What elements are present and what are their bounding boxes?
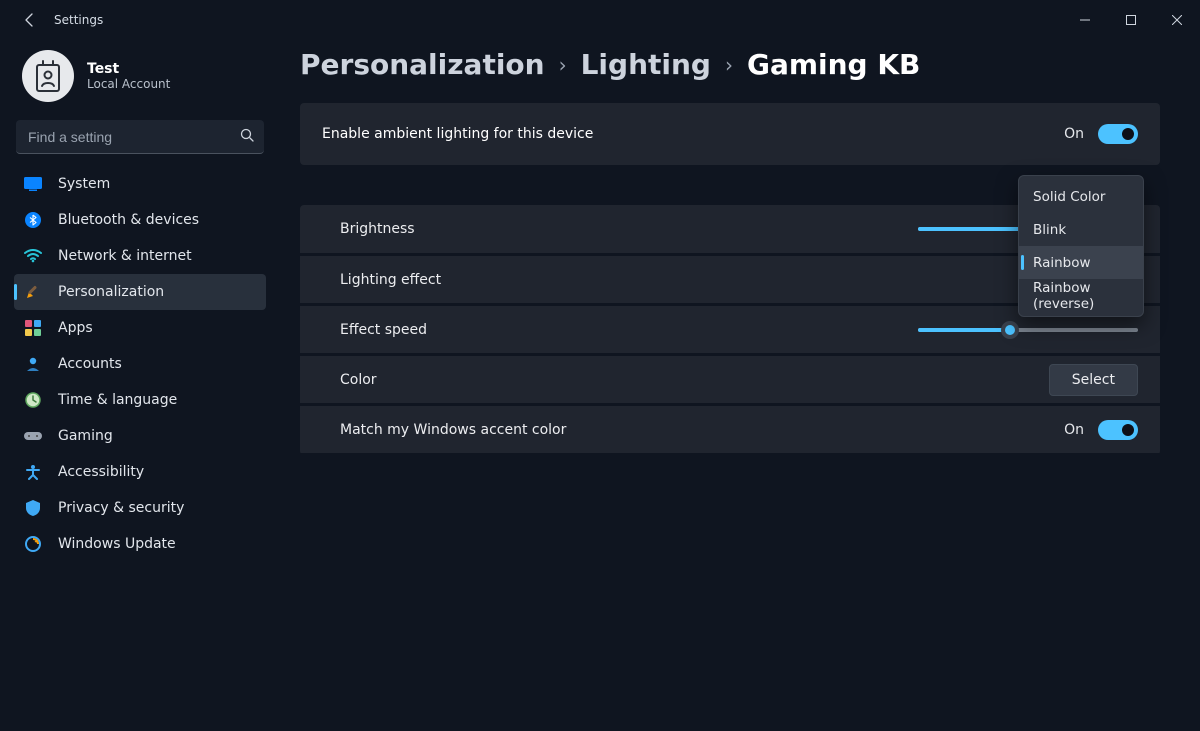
sidebar: Test Local Account System (0, 40, 280, 731)
match-accent-row: Match my Windows accent color On (300, 405, 1160, 453)
search (16, 120, 264, 154)
dropdown-option-rainbow[interactable]: Rainbow (1019, 246, 1143, 279)
sidebar-item-label: Personalization (58, 284, 164, 300)
dropdown-option-solid-color[interactable]: Solid Color (1019, 180, 1143, 213)
update-icon (24, 535, 42, 553)
sidebar-item-label: System (58, 176, 110, 192)
nav: System Bluetooth & devices Network & int… (14, 166, 266, 562)
close-button[interactable] (1154, 0, 1200, 40)
profile-subtitle: Local Account (87, 77, 170, 91)
sidebar-item-accounts[interactable]: Accounts (14, 346, 266, 382)
dropdown-option-rainbow-reverse[interactable]: Rainbow (reverse) (1019, 279, 1143, 312)
sidebar-item-system[interactable]: System (14, 166, 266, 202)
brightness-label: Brightness (340, 221, 415, 237)
sidebar-item-personalization[interactable]: Personalization (14, 274, 266, 310)
sidebar-item-label: Windows Update (58, 536, 176, 552)
select-color-button[interactable]: Select (1049, 364, 1138, 396)
toggle-state-label: On (1064, 422, 1084, 438)
breadcrumb: Personalization › Lighting › Gaming KB (300, 48, 1160, 81)
breadcrumb-current: Gaming KB (747, 48, 920, 81)
profile-name: Test (87, 61, 170, 77)
search-input[interactable] (16, 120, 264, 154)
effect-speed-slider[interactable] (918, 320, 1138, 340)
lighting-effect-dropdown[interactable]: Solid Color Blink Rainbow Rainbow (rever… (1018, 175, 1144, 317)
sidebar-item-update[interactable]: Windows Update (14, 526, 266, 562)
accessibility-icon (24, 463, 42, 481)
sidebar-item-label: Privacy & security (58, 500, 184, 516)
chevron-right-icon: › (725, 53, 733, 77)
breadcrumb-personalization[interactable]: Personalization (300, 48, 545, 81)
breadcrumb-lighting[interactable]: Lighting (581, 48, 711, 81)
paintbrush-icon (24, 283, 42, 301)
wifi-icon (24, 247, 42, 265)
window-title: Settings (54, 13, 103, 27)
sidebar-item-label: Bluetooth & devices (58, 212, 199, 228)
content: Personalization › Lighting › Gaming KB E… (280, 40, 1200, 731)
sidebar-item-privacy[interactable]: Privacy & security (14, 490, 266, 526)
minimize-button[interactable] (1062, 0, 1108, 40)
system-icon (24, 175, 42, 193)
chevron-right-icon: › (559, 53, 567, 77)
sidebar-item-label: Gaming (58, 428, 113, 444)
match-accent-toggle[interactable] (1098, 420, 1138, 440)
color-row: Color Select (300, 355, 1160, 403)
enable-lighting-card: Enable ambient lighting for this device … (300, 103, 1160, 165)
maximize-button[interactable] (1108, 0, 1154, 40)
sidebar-item-apps[interactable]: Apps (14, 310, 266, 346)
sidebar-item-label: Network & internet (58, 248, 192, 264)
gamepad-icon (24, 427, 42, 445)
clock-icon (24, 391, 42, 409)
accounts-icon (24, 355, 42, 373)
effect-speed-label: Effect speed (340, 322, 427, 338)
apps-icon (24, 319, 42, 337)
avatar (22, 50, 74, 102)
toggle-state-label: On (1064, 126, 1084, 142)
sidebar-item-network[interactable]: Network & internet (14, 238, 266, 274)
sidebar-item-label: Time & language (58, 392, 177, 408)
window-controls (1062, 0, 1200, 40)
sidebar-item-accessibility[interactable]: Accessibility (14, 454, 266, 490)
enable-lighting-label: Enable ambient lighting for this device (322, 126, 593, 142)
sidebar-item-label: Apps (58, 320, 93, 336)
sidebar-item-bluetooth[interactable]: Bluetooth & devices (14, 202, 266, 238)
dropdown-option-blink[interactable]: Blink (1019, 213, 1143, 246)
lighting-effect-label: Lighting effect (340, 272, 441, 288)
enable-lighting-toggle[interactable] (1098, 124, 1138, 144)
shield-icon (24, 499, 42, 517)
back-button[interactable] (18, 8, 42, 32)
bluetooth-icon (24, 211, 42, 229)
sidebar-item-label: Accessibility (58, 464, 144, 480)
sidebar-item-time[interactable]: Time & language (14, 382, 266, 418)
profile[interactable]: Test Local Account (14, 40, 266, 120)
search-icon (240, 128, 254, 146)
sidebar-item-gaming[interactable]: Gaming (14, 418, 266, 454)
sidebar-item-label: Accounts (58, 356, 122, 372)
match-accent-label: Match my Windows accent color (340, 422, 566, 438)
titlebar: Settings (0, 0, 1200, 40)
color-label: Color (340, 372, 377, 388)
